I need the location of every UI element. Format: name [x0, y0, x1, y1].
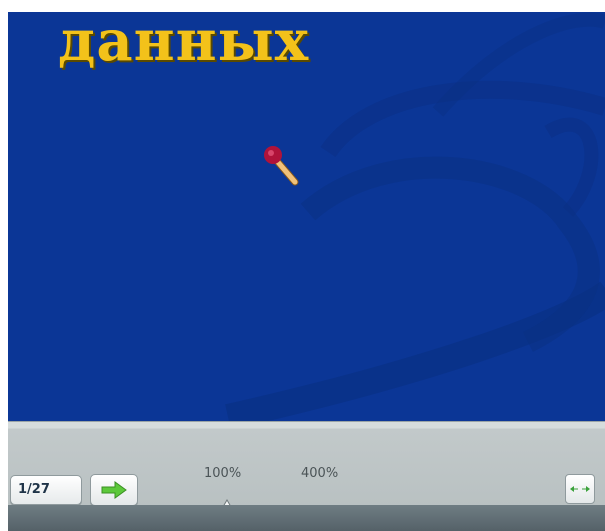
- next-slide-button[interactable]: [90, 474, 138, 506]
- pointer-stick-icon: [264, 146, 299, 186]
- player-toolbar: 1/27 100% 400%: [8, 421, 605, 513]
- slide-area: данных: [8, 12, 605, 421]
- fit-width-button[interactable]: [565, 474, 595, 504]
- zoom-min-label: 100%: [204, 466, 242, 481]
- zoom-max-label: 400%: [301, 466, 339, 481]
- presentation-viewer: данных 1/27 100% 400%: [8, 12, 605, 531]
- page-counter[interactable]: 1/27: [10, 475, 82, 505]
- arrow-right-icon: [101, 481, 127, 499]
- fit-width-icon: [570, 486, 590, 492]
- bottom-status-strip: [8, 505, 605, 531]
- slide-title: данных: [58, 12, 310, 74]
